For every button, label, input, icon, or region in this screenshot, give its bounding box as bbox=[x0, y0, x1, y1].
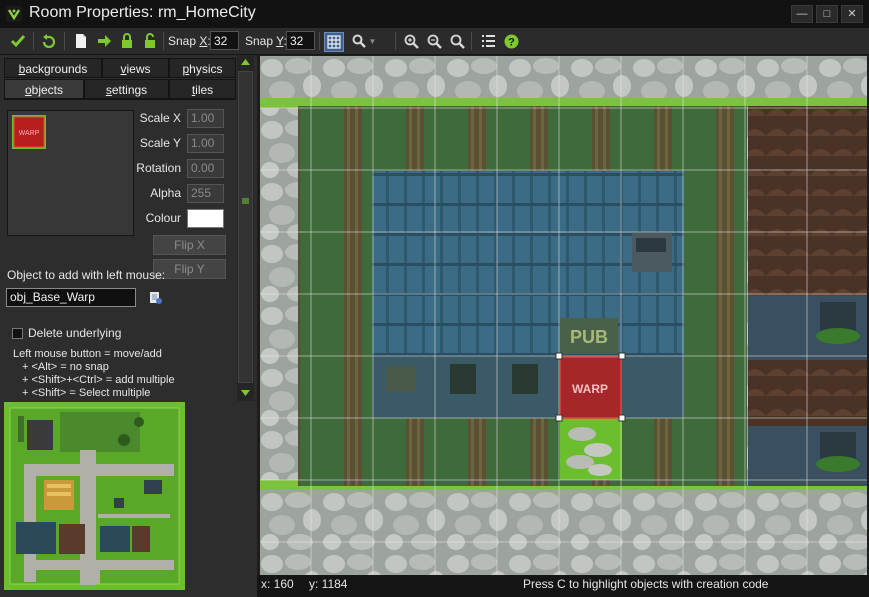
lock-icon bbox=[122, 33, 132, 48]
object-select-input[interactable]: obj_Base_Warp bbox=[6, 288, 136, 307]
zoom-out-icon bbox=[427, 34, 442, 49]
scale-y-label: Scale Y bbox=[139, 136, 181, 150]
window-title: Room Properties: rm_HomeCity bbox=[29, 4, 256, 21]
help-line: + <Shift> = Select multiple bbox=[22, 387, 151, 399]
gamemaker-logo-icon bbox=[6, 6, 22, 22]
svg-text:?: ? bbox=[508, 36, 515, 48]
resize-handle[interactable] bbox=[555, 414, 563, 422]
check-icon bbox=[10, 35, 26, 48]
resize-handle[interactable] bbox=[555, 352, 563, 360]
resize-handle[interactable] bbox=[618, 352, 626, 360]
object-preview: WARP bbox=[7, 110, 134, 236]
toolbar: Snap X: 32 Snap Y: 32 ▼ ? bbox=[0, 29, 869, 55]
toggle-grid-button[interactable] bbox=[324, 32, 344, 52]
snap-y-input[interactable]: 32 bbox=[286, 31, 315, 50]
delete-underlying-checkbox[interactable] bbox=[12, 328, 23, 339]
arrow-right-icon bbox=[98, 35, 111, 47]
scroll-thumb[interactable] bbox=[238, 71, 253, 383]
tab-row-bottom: objects settings tiles bbox=[4, 79, 236, 99]
tab-backgrounds[interactable]: backgrounds bbox=[4, 58, 102, 78]
clear-room-button[interactable] bbox=[72, 32, 90, 50]
warp-label: WARP bbox=[572, 382, 608, 396]
tab-physics[interactable]: physics bbox=[169, 58, 236, 78]
grid-icon bbox=[327, 35, 341, 49]
help-button[interactable]: ? bbox=[502, 32, 520, 50]
tab-views[interactable]: views bbox=[102, 58, 169, 78]
zoom-in-icon bbox=[404, 34, 419, 49]
colour-label: Colour bbox=[145, 211, 181, 225]
snap-x-label: Snap X: bbox=[168, 34, 211, 48]
colour-swatch[interactable] bbox=[187, 209, 224, 228]
status-bar: x: 160 y: 1184 Press C to highlight obje… bbox=[257, 575, 869, 597]
unlock-instances-button[interactable] bbox=[141, 32, 159, 50]
room-minimap[interactable] bbox=[4, 402, 185, 590]
status-message: Press C to highlight objects with creati… bbox=[523, 577, 769, 591]
undo-button[interactable] bbox=[40, 32, 58, 50]
chevron-down-icon: ▼ bbox=[368, 36, 377, 46]
scale-y-input[interactable]: 1.00 bbox=[187, 134, 224, 153]
alpha-label: Alpha bbox=[150, 186, 181, 200]
title-bar: Room Properties: rm_HomeCity — □ ✕ bbox=[0, 0, 869, 29]
room-canvas[interactable]: PUB WARP bbox=[260, 56, 867, 575]
undo-icon bbox=[42, 34, 56, 49]
scroll-up-button[interactable] bbox=[237, 55, 254, 69]
panel-scrollbar[interactable] bbox=[237, 55, 254, 401]
grip-icon bbox=[242, 198, 249, 204]
tab-row-top: backgrounds views physics bbox=[4, 58, 236, 78]
snap-x-input[interactable]: 32 bbox=[210, 31, 239, 50]
magnifier-icon bbox=[352, 34, 366, 48]
properties-panel: backgrounds views physics objects settin… bbox=[0, 55, 257, 597]
help-icon: ? bbox=[504, 34, 518, 48]
zoom-reset-button[interactable] bbox=[448, 32, 466, 50]
minimize-button[interactable]: — bbox=[791, 5, 813, 23]
selected-warp-instance[interactable]: WARP bbox=[555, 352, 626, 422]
view-options-dropdown[interactable]: ▼ bbox=[349, 32, 379, 50]
zoom-reset-icon bbox=[450, 34, 465, 49]
flip-x-button[interactable]: Flip X bbox=[153, 235, 226, 255]
close-button[interactable]: ✕ bbox=[841, 5, 863, 23]
scroll-down-button[interactable] bbox=[237, 386, 254, 400]
cursor-x-readout: x: 160 bbox=[261, 577, 294, 591]
snap-y-label: Snap Y: bbox=[245, 34, 287, 48]
tab-settings[interactable]: settings bbox=[84, 79, 169, 99]
help-line: + <Shift>+<Ctrl> = add multiple bbox=[22, 374, 175, 386]
list-icon bbox=[481, 35, 495, 47]
shift-room-button[interactable] bbox=[95, 32, 113, 50]
tab-tiles[interactable]: tiles bbox=[169, 79, 236, 99]
arrow-up-icon bbox=[241, 59, 250, 65]
warp-sprite-thumbnail: WARP bbox=[12, 115, 46, 149]
object-select-label: Object to add with left mouse: bbox=[7, 268, 166, 282]
maximize-button[interactable]: □ bbox=[816, 5, 838, 23]
arrow-down-icon bbox=[241, 390, 250, 396]
help-line: + <Alt> = no snap bbox=[22, 361, 109, 373]
new-doc-icon bbox=[76, 34, 86, 48]
instance-list-button[interactable] bbox=[479, 32, 497, 50]
lock-instances-button[interactable] bbox=[118, 32, 136, 50]
svg-text:WARP: WARP bbox=[19, 130, 40, 137]
rotation-input[interactable]: 0.00 bbox=[187, 159, 224, 178]
pub-sign: PUB bbox=[570, 327, 608, 347]
help-line: Left mouse button = move/add bbox=[13, 348, 162, 360]
rotation-label: Rotation bbox=[136, 161, 181, 175]
scale-x-label: Scale X bbox=[139, 111, 181, 125]
delete-underlying-label: Delete underlying bbox=[28, 326, 122, 340]
zoom-out-button[interactable] bbox=[425, 32, 443, 50]
scale-x-input[interactable]: 1.00 bbox=[187, 109, 224, 128]
room-view[interactable]: PUB WARP bbox=[260, 56, 867, 575]
confirm-button[interactable] bbox=[9, 32, 27, 50]
resize-handle[interactable] bbox=[618, 414, 626, 422]
cursor-y-readout: y: 1184 bbox=[309, 577, 348, 591]
object-menu-icon[interactable] bbox=[149, 291, 163, 305]
tab-objects[interactable]: objects bbox=[4, 79, 84, 99]
unlock-icon bbox=[145, 33, 155, 48]
zoom-in-button[interactable] bbox=[402, 32, 420, 50]
alpha-input[interactable]: 255 bbox=[187, 184, 224, 203]
